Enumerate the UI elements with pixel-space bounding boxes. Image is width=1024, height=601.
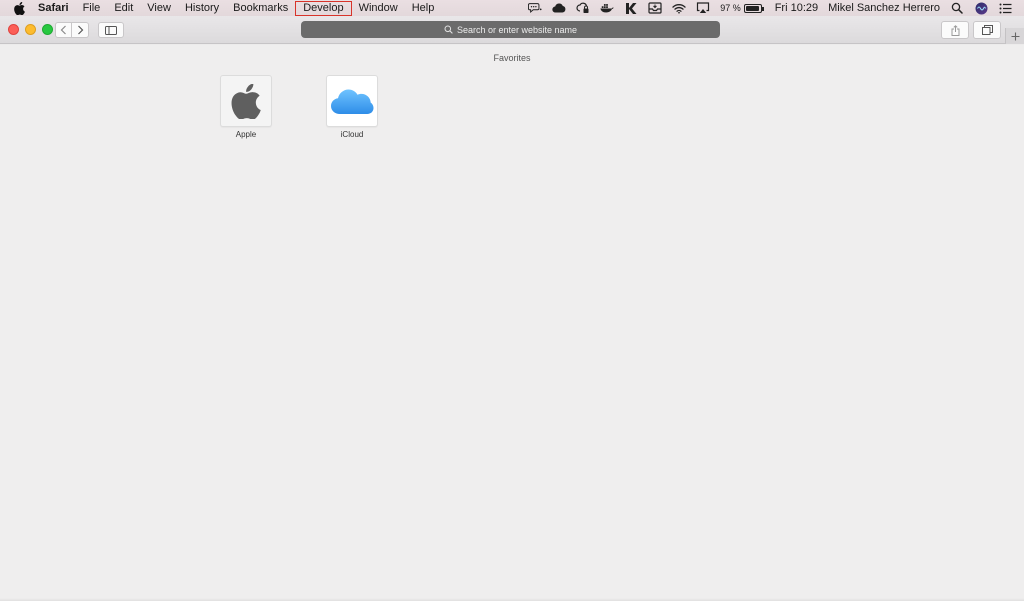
favorite-label-icloud: iCloud bbox=[340, 130, 364, 139]
share-button[interactable] bbox=[941, 21, 969, 39]
menubar-user-name[interactable]: Mikel Sanchez Herrero bbox=[828, 2, 940, 14]
spotlight-search-icon[interactable] bbox=[950, 1, 964, 15]
menu-file[interactable]: File bbox=[76, 0, 108, 16]
safari-toolbar: Search or enter website name bbox=[0, 16, 1024, 44]
menu-help[interactable]: Help bbox=[405, 0, 442, 16]
back-icon bbox=[60, 25, 66, 35]
search-icon bbox=[444, 25, 453, 34]
menu-view[interactable]: View bbox=[140, 0, 178, 16]
inbox-icon[interactable] bbox=[648, 1, 662, 15]
menu-history[interactable]: History bbox=[178, 0, 226, 16]
favorite-tile-icloud[interactable] bbox=[326, 75, 378, 127]
tabs-overview-icon bbox=[981, 25, 993, 35]
menu-edit[interactable]: Edit bbox=[107, 0, 140, 16]
menu-app-safari[interactable]: Safari bbox=[38, 0, 76, 16]
favorites-page: Favorites Apple iCloud bbox=[0, 45, 1024, 601]
airplay-icon[interactable] bbox=[696, 1, 710, 15]
window-controls bbox=[8, 24, 53, 35]
new-tab-icon bbox=[1011, 32, 1019, 40]
favorite-label-apple: Apple bbox=[235, 130, 257, 139]
siri-icon[interactable] bbox=[974, 1, 988, 15]
close-window-button[interactable] bbox=[8, 24, 19, 35]
show-all-tabs-button[interactable] bbox=[973, 21, 1001, 39]
new-tab-button[interactable] bbox=[1005, 28, 1024, 44]
battery-icon[interactable] bbox=[743, 3, 764, 13]
fullscreen-window-button[interactable] bbox=[42, 24, 53, 35]
creative-cloud-icon[interactable] bbox=[552, 1, 566, 15]
notification-center-icon[interactable] bbox=[998, 1, 1012, 15]
favorite-icloud[interactable]: iCloud bbox=[326, 75, 378, 139]
apple-menu-icon[interactable] bbox=[12, 1, 26, 15]
navigation-buttons bbox=[55, 22, 89, 38]
menu-develop[interactable]: Develop bbox=[295, 0, 352, 16]
docker-icon[interactable] bbox=[600, 1, 614, 15]
status-area: 97 % Fri 10:29 Mikel Sanchez Herrero bbox=[523, 0, 1024, 16]
menu-bookmarks[interactable]: Bookmarks bbox=[226, 0, 295, 16]
sidebar-icon bbox=[105, 25, 117, 35]
forward-icon bbox=[77, 25, 83, 35]
menubar-clock[interactable]: Fri 10:29 bbox=[775, 2, 818, 14]
show-sidebar-button[interactable] bbox=[98, 22, 124, 38]
address-placeholder: Search or enter website name bbox=[456, 24, 578, 35]
cloud-lock-icon[interactable] bbox=[576, 1, 590, 15]
menu-window[interactable]: Window bbox=[352, 0, 405, 16]
minimize-window-button[interactable] bbox=[25, 24, 36, 35]
wifi-icon[interactable] bbox=[672, 1, 686, 15]
address-bar[interactable]: Search or enter website name bbox=[301, 21, 720, 38]
forward-button[interactable] bbox=[72, 22, 89, 38]
icloud-icon bbox=[331, 89, 374, 114]
favorite-tile-apple[interactable] bbox=[220, 75, 272, 127]
k-app-icon[interactable] bbox=[624, 1, 638, 15]
chat-bubble-icon[interactable] bbox=[528, 1, 542, 15]
battery-percentage: 97 % bbox=[720, 3, 741, 13]
apple-logo-icon bbox=[231, 83, 261, 119]
menu-bar: Safari File Edit View History Bookmarks … bbox=[0, 0, 1024, 16]
battery-level-fill bbox=[745, 5, 760, 11]
favorites-heading: Favorites bbox=[493, 53, 531, 63]
share-icon bbox=[951, 24, 959, 36]
back-button[interactable] bbox=[55, 22, 72, 38]
favorite-apple[interactable]: Apple bbox=[220, 75, 272, 139]
